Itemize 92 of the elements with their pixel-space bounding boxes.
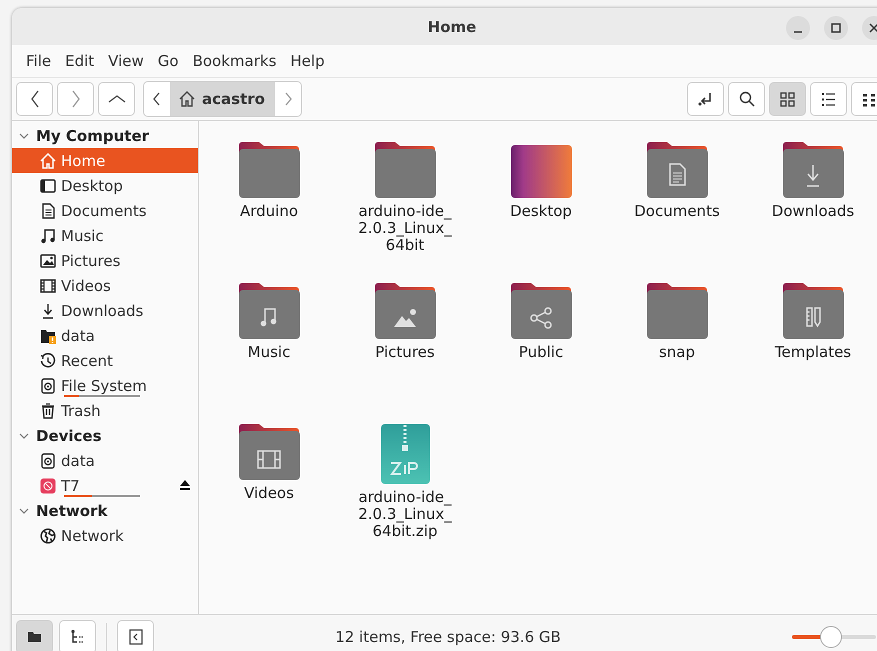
- file-name[interactable]: Templates: [758, 344, 868, 361]
- clock-icon: [40, 352, 56, 368]
- home-icon: [40, 152, 56, 168]
- file-name[interactable]: Arduino: [214, 203, 324, 220]
- sidebar-item[interactable]: File System: [12, 373, 198, 398]
- folder-icon[interactable]: [238, 141, 300, 199]
- sidebar-item[interactable]: Home: [12, 148, 198, 173]
- maximize-icon: [831, 23, 841, 33]
- download-folder-icon[interactable]: [782, 141, 844, 199]
- file-name[interactable]: snap: [622, 344, 732, 361]
- search-button[interactable]: [728, 82, 765, 116]
- film-icon: [40, 278, 56, 294]
- sidebar-item[interactable]: Pictures: [12, 248, 198, 273]
- menu-item[interactable]: View: [102, 50, 150, 72]
- folder-icon[interactable]: [646, 282, 708, 340]
- up-icon: [108, 94, 126, 104]
- folder-icon[interactable]: [374, 141, 436, 199]
- folder-icon: [27, 629, 42, 644]
- drive-icon: [40, 478, 56, 494]
- file-name[interactable]: arduino-ide_ 2.0.3_Linux_ 64bit: [350, 203, 460, 254]
- compact-view-icon: [862, 92, 877, 106]
- places-button[interactable]: [16, 620, 53, 651]
- menu-item[interactable]: Go: [152, 50, 185, 72]
- trash-icon: [40, 402, 56, 418]
- sidebar-item[interactable]: data: [12, 323, 198, 348]
- path-segment[interactable]: acastro: [170, 82, 275, 116]
- monitor-icon: [40, 178, 56, 194]
- sidebar-item[interactable]: Trash: [12, 398, 198, 423]
- grid-view-icon: [780, 92, 795, 106]
- picture-icon: [40, 252, 56, 268]
- minimize-button[interactable]: [786, 16, 810, 40]
- menu-item[interactable]: Bookmarks: [186, 50, 282, 72]
- sidebar-item[interactable]: Downloads: [12, 298, 198, 323]
- file-name[interactable]: Music: [214, 344, 324, 361]
- list-view-icon: [821, 92, 836, 106]
- status-text: 12 items, Free space: 93.6 GB: [334, 628, 562, 646]
- sidebar-item[interactable]: Network: [12, 523, 198, 548]
- drive-icon: [40, 452, 56, 468]
- music-folder-icon[interactable]: [238, 282, 300, 340]
- templates-folder-icon[interactable]: [782, 282, 844, 340]
- picture-folder-icon[interactable]: [374, 282, 436, 340]
- search-icon: [738, 91, 754, 107]
- drive-icon: [40, 378, 56, 394]
- download-icon: [40, 302, 56, 318]
- forward-icon: [70, 90, 80, 108]
- sidebar-item[interactable]: Music: [12, 223, 198, 248]
- chevron-left-icon: [153, 92, 161, 106]
- home-icon: [178, 90, 196, 108]
- sidebar-toggle-icon: [128, 628, 142, 644]
- eject-icon[interactable]: [180, 480, 190, 490]
- menu-item[interactable]: File: [20, 50, 58, 72]
- chevron-right-icon: [284, 92, 292, 106]
- music-note-icon: [40, 228, 56, 244]
- document-folder-icon[interactable]: [646, 141, 708, 199]
- sidebar-item[interactable]: data: [12, 448, 198, 473]
- globe-icon: [40, 528, 56, 544]
- video-folder-icon[interactable]: [238, 423, 300, 481]
- back-icon: [30, 90, 40, 108]
- section-heading: Devices: [36, 426, 102, 444]
- minimize-icon: [793, 30, 803, 32]
- sidebar-item[interactable]: Desktop: [12, 173, 198, 198]
- compact-view-button[interactable]: [851, 82, 877, 116]
- file-name[interactable]: Documents: [622, 203, 732, 220]
- list-view-button[interactable]: [810, 82, 847, 116]
- tree-button[interactable]: [59, 620, 96, 651]
- share-folder-icon[interactable]: [510, 282, 572, 340]
- file-name[interactable]: Pictures: [350, 344, 460, 361]
- menu-item[interactable]: Edit: [59, 50, 100, 72]
- return-arrow-icon: [698, 92, 714, 106]
- tree-icon: [70, 629, 85, 644]
- sidebar-item[interactable]: Documents: [12, 198, 198, 223]
- slider-thumb[interactable]: [820, 626, 842, 648]
- section-heading: Network: [36, 502, 108, 520]
- grid-view-button[interactable]: [769, 82, 806, 116]
- maximize-button[interactable]: [824, 16, 848, 40]
- zoom-slider[interactable]: [792, 626, 876, 648]
- file-name[interactable]: Downloads: [758, 203, 868, 220]
- close-icon: [869, 23, 877, 33]
- file-name[interactable]: Desktop: [486, 203, 596, 220]
- menu-item[interactable]: Help: [284, 50, 331, 72]
- sidebar-item[interactable]: Videos: [12, 273, 198, 298]
- sidebar-item[interactable]: Recent: [12, 348, 198, 373]
- document-icon: [40, 202, 56, 218]
- file-name[interactable]: Videos: [214, 485, 324, 502]
- file-name[interactable]: arduino-ide_ 2.0.3_Linux_ 64bit.zip: [350, 489, 460, 540]
- location-toggle-button[interactable]: [687, 82, 724, 116]
- window-title: Home: [428, 18, 476, 36]
- sidebar-item[interactable]: T7: [12, 473, 198, 498]
- hide-sidebar-button[interactable]: [117, 620, 154, 651]
- section-heading: My Computer: [36, 126, 150, 144]
- file-name[interactable]: Public: [486, 344, 596, 361]
- folder-warning-icon: [40, 328, 56, 344]
